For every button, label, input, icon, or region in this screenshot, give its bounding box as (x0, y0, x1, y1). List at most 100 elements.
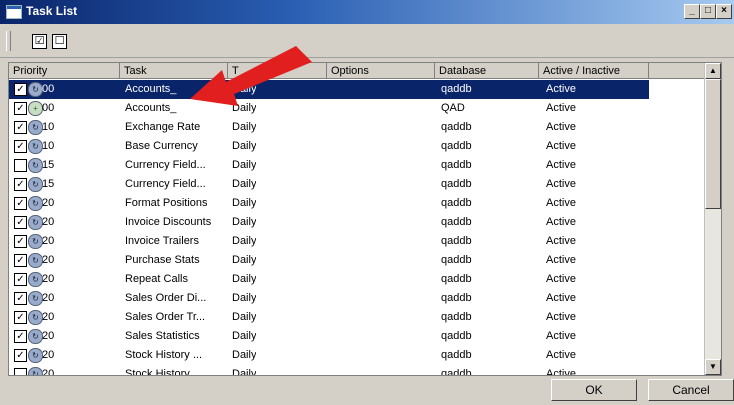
scroll-thumb[interactable] (705, 79, 721, 209)
task-cell: Base Currency (125, 140, 198, 152)
table-row[interactable]: ✓ ↻ 10 Base Currency Daily qaddb Active (9, 137, 649, 156)
priority-cell: 00 (42, 83, 55, 95)
table-row[interactable]: ✓ ↻ 20 Stock History ... Daily qaddb Active (9, 346, 649, 365)
table-row[interactable]: ✓ ↻ 15 Currency Field... Daily qaddb Active (9, 175, 649, 194)
task-type-icon: ↻ (28, 177, 43, 192)
database-cell: qaddb (441, 273, 472, 285)
database-cell: qaddb (441, 197, 472, 209)
check-all-button[interactable]: ☑ (32, 34, 47, 49)
table-row[interactable]: ✓ ↻ 20 Repeat Calls Daily qaddb Active (9, 270, 649, 289)
task-enabled-checkbox[interactable]: ✓ (14, 178, 27, 191)
priority-cell: 20 (42, 311, 55, 323)
priority-cell: 10 (42, 121, 55, 133)
ok-button[interactable]: OK (551, 379, 637, 401)
maximize-button[interactable]: □ (700, 4, 716, 19)
table-row[interactable]: ✓ ↻ 00 Accounts_ Daily qaddb Active (9, 80, 649, 99)
schedule-cell: Daily (232, 368, 257, 376)
task-cell: Invoice Discounts (125, 216, 212, 228)
schedule-cell: Daily (232, 178, 257, 190)
task-enabled-checkbox[interactable]: ✓ (14, 216, 27, 229)
task-cell: Accounts_ (125, 102, 177, 114)
priority-cell: 20 (42, 273, 55, 285)
task-type-icon: ↻ (28, 291, 43, 306)
status-cell: Active (546, 216, 576, 228)
table-row[interactable]: ✓ ↻ 20 Invoice Trailers Daily qaddb Active (9, 232, 649, 251)
task-type-icon: ↻ (28, 120, 43, 135)
priority-cell: 20 (42, 235, 55, 247)
uncheck-all-button[interactable]: ☐ (52, 34, 67, 49)
task-enabled-checkbox[interactable]: ✓ (14, 140, 27, 153)
column-header-task[interactable]: Task (120, 63, 228, 79)
toolbar-grip[interactable] (6, 31, 11, 51)
column-header-database[interactable]: Database (435, 63, 539, 79)
title-bar[interactable]: Task List _ □ × (0, 0, 734, 24)
task-enabled-checkbox[interactable]: ✓ (14, 102, 27, 115)
task-cell: Repeat Calls (125, 273, 188, 285)
status-cell: Active (546, 330, 576, 342)
database-cell: qaddb (441, 83, 472, 95)
priority-cell: 15 (42, 178, 55, 190)
table-row[interactable]: ✓ ↻ 20 Sales Statistics Daily qaddb Active (9, 327, 649, 346)
table-row[interactable]: ✓ ↻ 20 Format Positions Daily qaddb Active (9, 194, 649, 213)
task-type-icon: ↻ (28, 215, 43, 230)
task-cell: Currency Field... (125, 178, 206, 190)
task-enabled-checkbox[interactable]: ✓ (14, 235, 27, 248)
task-enabled-checkbox[interactable]: ✓ (14, 330, 27, 343)
priority-cell: 20 (42, 330, 55, 342)
status-cell: Active (546, 159, 576, 171)
task-enabled-checkbox[interactable]: ✓ (14, 83, 27, 96)
column-header-schedule[interactable]: T (228, 63, 327, 79)
task-enabled-checkbox[interactable]: ✓ (14, 311, 27, 324)
database-cell: qaddb (441, 292, 472, 304)
schedule-cell: Daily (232, 159, 257, 171)
task-cell: Sales Statistics (125, 330, 200, 342)
task-enabled-checkbox[interactable] (14, 159, 27, 172)
table-row[interactable]: ✓ ↻ 20 Sales Order Di... Daily qaddb Active (9, 289, 649, 308)
status-cell: Active (546, 292, 576, 304)
schedule-cell: Daily (232, 330, 257, 342)
task-enabled-checkbox[interactable]: ✓ (14, 273, 27, 286)
status-cell: Active (546, 349, 576, 361)
task-list[interactable]: Priority Task T Options Database Active … (8, 62, 722, 376)
status-cell: Active (546, 254, 576, 266)
close-button[interactable]: × (716, 4, 732, 19)
minimize-button[interactable]: _ (684, 4, 700, 19)
task-enabled-checkbox[interactable]: ✓ (14, 197, 27, 210)
window-title: Task List (26, 4, 78, 18)
priority-cell: 20 (42, 254, 55, 266)
task-cell: Sales Order Di... (125, 292, 207, 304)
task-enabled-checkbox[interactable]: ✓ (14, 254, 27, 267)
priority-cell: 15 (42, 159, 55, 171)
task-enabled-checkbox[interactable] (14, 368, 27, 375)
priority-cell: 20 (42, 368, 55, 376)
priority-cell: 00 (42, 102, 55, 114)
status-cell: Active (546, 273, 576, 285)
table-row[interactable]: ✓ ↻ 20 Purchase Stats Daily qaddb Active (9, 251, 649, 270)
table-row[interactable]: ✓ ↻ 10 Exchange Rate Daily qaddb Active (9, 118, 649, 137)
task-type-icon: ↻ (28, 348, 43, 363)
column-header-options[interactable]: Options (327, 63, 435, 79)
schedule-cell: Daily (232, 121, 257, 133)
task-enabled-checkbox[interactable]: ✓ (14, 292, 27, 305)
status-cell: Active (546, 197, 576, 209)
table-row[interactable]: ↻ 15 Currency Field... Daily qaddb Active (9, 156, 649, 175)
status-cell: Active (546, 178, 576, 190)
cancel-button[interactable]: Cancel (648, 379, 734, 401)
priority-cell: 20 (42, 292, 55, 304)
table-row[interactable]: ✓ ↻ 20 Invoice Discounts Daily qaddb Active (9, 213, 649, 232)
database-cell: QAD (441, 102, 465, 114)
task-enabled-checkbox[interactable]: ✓ (14, 121, 27, 134)
column-header-status[interactable]: Active / Inactive (539, 63, 649, 79)
column-header-priority[interactable]: Priority (9, 63, 120, 79)
task-cell: Format Positions (125, 197, 208, 209)
scroll-down-arrow[interactable]: ▼ (705, 359, 721, 375)
task-enabled-checkbox[interactable]: ✓ (14, 349, 27, 362)
task-type-icon: + (28, 101, 43, 116)
schedule-cell: Daily (232, 311, 257, 323)
table-row[interactable]: ✓ +00 Accounts_ Daily QAD Active (9, 99, 649, 118)
table-row[interactable]: ↻ 20 Stock History Daily qaddb Active (9, 365, 649, 376)
task-cell: Purchase Stats (125, 254, 200, 266)
vertical-scrollbar[interactable]: ▲ ▼ (704, 63, 721, 375)
scroll-up-arrow[interactable]: ▲ (705, 63, 721, 79)
table-row[interactable]: ✓ ↻ 20 Sales Order Tr... Daily qaddb Active (9, 308, 649, 327)
